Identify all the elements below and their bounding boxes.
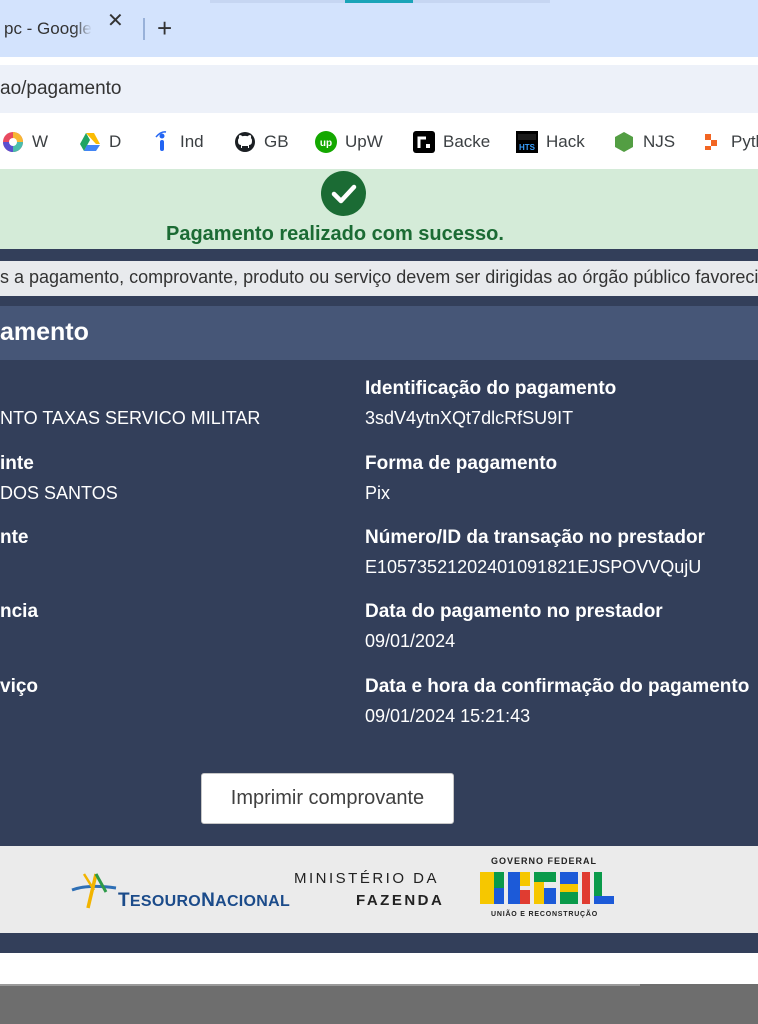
- payment-method-value: Pix: [365, 483, 391, 503]
- check-circle-icon: [321, 171, 366, 216]
- bookmarks-bar: W D Ind GB up UpW Backe HTS Hack NJS Pyt: [0, 117, 758, 169]
- confirmation-datetime-value: 09/01/2024 15:21:43: [365, 706, 531, 726]
- bookmark-njs[interactable]: NJS: [613, 129, 675, 155]
- indeed-icon: [150, 131, 172, 153]
- divider: [0, 249, 758, 261]
- tab-accent-active: [345, 0, 413, 3]
- field-label: ncia: [0, 601, 39, 622]
- address-bar[interactable]: ao/pagamento: [0, 65, 758, 113]
- success-message: Pagamento realizado com sucesso.: [166, 223, 504, 245]
- window-background: [0, 984, 758, 1024]
- bookmark-label: Backe: [443, 132, 491, 151]
- field-label: Identificação do pagamento: [365, 378, 617, 399]
- tab-separator: [143, 18, 145, 40]
- tab-title: pc - Google: [4, 19, 92, 38]
- field-label: inte: [0, 453, 34, 474]
- notice-bar: s a pagamento, comprovante, produto ou s…: [0, 261, 758, 296]
- url-text: ao/pagamento: [0, 78, 122, 99]
- brasil-logo: [478, 868, 618, 908]
- page-bottom-band: [0, 933, 758, 953]
- footer-logos: TESOURONACIONAL MINISTÉRIO DA FAZENDA GO…: [0, 846, 758, 933]
- uniao-reconstrucao-text: UNIÃO E RECONSTRUÇÃO: [491, 911, 599, 918]
- nodejs-icon: [613, 131, 635, 153]
- browser-toolbar: ao/pagamento: [0, 57, 758, 117]
- bookmark-label: GB: [264, 132, 289, 151]
- field-value: DOS SANTOS: [0, 483, 118, 503]
- field-label: nte: [0, 527, 29, 548]
- google-drive-icon: [79, 131, 101, 153]
- bookmark-ind[interactable]: Ind: [150, 129, 204, 155]
- governo-federal-text: GOVERNO FEDERAL: [491, 856, 598, 866]
- bookmark-hack[interactable]: HTS Hack: [516, 129, 585, 155]
- field-label: Data do pagamento no prestador: [365, 601, 663, 622]
- field-label: Forma de pagamento: [365, 453, 558, 474]
- bookmark-label: D: [109, 132, 122, 151]
- ministerio-line1: MINISTÉRIO DA: [294, 870, 440, 887]
- divider: [0, 296, 758, 306]
- color-wheel-icon: [2, 131, 24, 153]
- print-receipt-button[interactable]: Imprimir comprovante: [201, 773, 454, 824]
- close-tab-icon[interactable]: ✕: [107, 9, 124, 33]
- bookmark-w[interactable]: W: [2, 129, 48, 155]
- payment-details-panel: amento NTO TAXAS SERVICO MILITAR inte DO…: [0, 306, 758, 846]
- transaction-id-value: E10573521202401091821EJSPOVVQujU: [365, 557, 702, 577]
- field-label: viço: [0, 676, 39, 697]
- new-tab-icon[interactable]: +: [157, 13, 172, 43]
- bookmark-upw[interactable]: up UpW: [315, 129, 383, 155]
- bookmark-backe[interactable]: Backe: [413, 129, 490, 155]
- window-edge: [0, 984, 640, 986]
- field-label: Data e hora da confirmação do pagamento: [365, 676, 750, 697]
- field-value: NTO TAXAS SERVICO MILITAR: [0, 408, 261, 428]
- python-icon: [701, 131, 723, 153]
- browser-tab-strip: pc - Google ✕ +: [0, 0, 758, 57]
- panel-header: amento: [0, 306, 758, 360]
- page-whitespace: [0, 953, 758, 984]
- field-label: Número/ID da transação no prestador: [365, 527, 705, 548]
- panel-title: amento: [0, 318, 89, 346]
- upwork-icon: up: [315, 131, 337, 153]
- bookmark-label: W: [32, 132, 49, 151]
- bookmark-label: NJS: [643, 132, 676, 151]
- backend-icon: [413, 131, 435, 153]
- svg-text:up: up: [320, 138, 332, 149]
- bookmark-d[interactable]: D: [79, 129, 121, 155]
- ministerio-line2: FAZENDA: [356, 892, 445, 909]
- bookmark-label: Hack: [546, 132, 585, 151]
- bookmark-label: UpW: [345, 132, 383, 151]
- payment-date-value: 09/01/2024: [365, 631, 456, 651]
- payment-id-value: 3sdV4ytnXQt7dlcRfSU9IT: [365, 408, 574, 428]
- hts-icon: HTS: [516, 131, 538, 153]
- bookmark-pyth[interactable]: Pyth: [701, 129, 758, 155]
- bookmark-label: Pyth: [731, 132, 758, 151]
- tesouro-wordmark: TESOURONACIONAL: [118, 890, 291, 911]
- notice-text: s a pagamento, comprovante, produto ou s…: [0, 267, 758, 287]
- bookmark-gb[interactable]: GB: [234, 129, 289, 155]
- bookmark-label: Ind: [180, 132, 204, 151]
- svg-text:HTS: HTS: [519, 143, 536, 152]
- github-icon: [234, 131, 256, 153]
- tesouro-nacional-logo: TESOURONACIONAL: [70, 870, 290, 911]
